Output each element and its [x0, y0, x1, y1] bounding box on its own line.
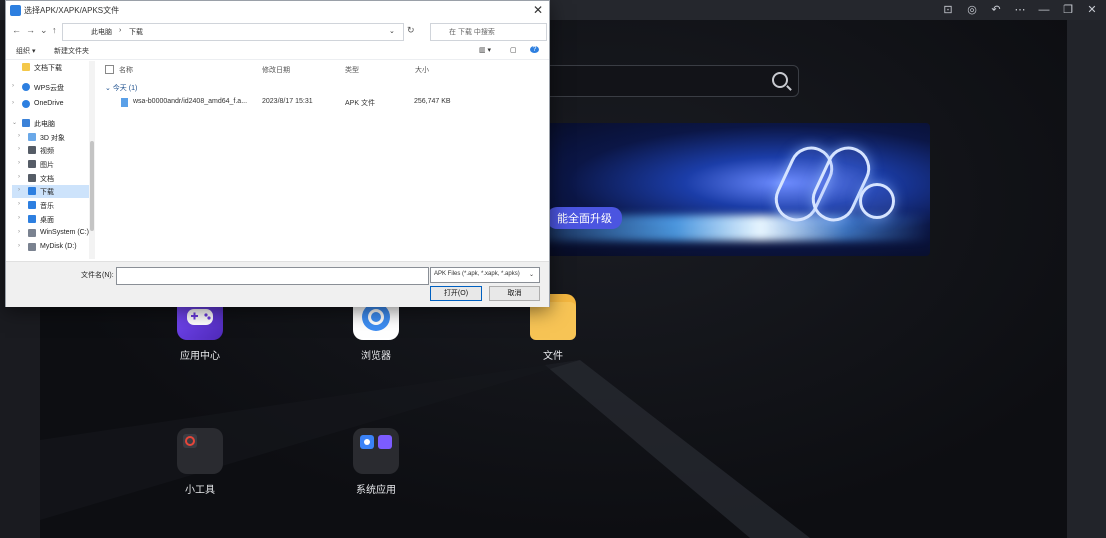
document-icon	[28, 174, 36, 182]
apk-file-icon	[121, 98, 128, 107]
new-folder-button[interactable]: 新建文件夹	[54, 46, 89, 56]
organize-button[interactable]: 组织 ▾	[16, 46, 35, 56]
file-open-dialog: 选择APK/XAPK/APKS文件 ✕ ← → ⌄ ↑ 此电脑 › 下载 ⌄ ↻…	[5, 0, 550, 307]
right-toolbar	[1067, 20, 1106, 538]
banner-pill-shape	[859, 183, 895, 219]
filename-label: 文件名(N):	[81, 272, 114, 279]
recent-locations-icon[interactable]: ⌄	[40, 25, 48, 36]
app-label: 系统应用	[356, 485, 396, 496]
banner-badge[interactable]: 能全面升级	[547, 207, 622, 229]
select-all-checkbox[interactable]	[105, 65, 114, 74]
file-list: 名称 修改日期 类型 大小 ⌄ 今天 (1) wsa-b0000andr/id2…	[97, 59, 549, 261]
navigation-pane: 文档下载 › WPS云盘 › OneDrive ⌄ 此电脑 › 3D 对象 › 视频 › 图…	[6, 59, 91, 261]
music-icon	[28, 201, 36, 209]
promo-banner[interactable]: 能全面升级	[507, 123, 930, 256]
file-type: APK 文件	[345, 100, 375, 107]
column-type[interactable]: 类型	[345, 65, 359, 75]
record-icon[interactable]: ◎	[966, 3, 978, 17]
column-size[interactable]: 大小	[415, 65, 429, 75]
refresh-icon[interactable]: ↻	[407, 25, 415, 36]
dialog-toolbar: 组织 ▾ 新建文件夹 ▥ ▾ ▢ ?	[6, 43, 549, 60]
cloud-icon	[22, 83, 30, 91]
preview-pane-icon[interactable]: ▢	[510, 46, 517, 54]
cube-icon	[28, 133, 36, 141]
search-icon[interactable]	[772, 72, 788, 88]
drive-icon	[28, 243, 36, 251]
file-name: wsa-b0000andr/id2408_amd64_f.a...	[133, 98, 248, 105]
forward-icon[interactable]: →	[26, 25, 35, 35]
nav-item-downloads[interactable]: › 下载	[12, 185, 91, 198]
nav-item-documents[interactable]: › 文档	[12, 172, 91, 185]
dialog-titlebar: 选择APK/XAPK/APKS文件 ✕	[6, 1, 549, 21]
app-label: 小工具	[185, 485, 215, 496]
breadcrumb-this-pc[interactable]: 此电脑	[91, 27, 112, 37]
close-icon[interactable]: ✕	[1086, 3, 1098, 17]
file-type-select[interactable]: APK Files (*.apk, *.xapk, *.apks) ⌄	[430, 267, 540, 283]
nav-item-desktop[interactable]: › 桌面	[12, 213, 91, 226]
minimize-icon[interactable]: —	[1038, 3, 1050, 17]
address-dropdown-icon[interactable]: ⌄	[389, 27, 395, 35]
drive-icon	[28, 229, 36, 237]
nav-item-documents-download[interactable]: 文档下载	[6, 61, 88, 74]
nav-item-3d-objects[interactable]: › 3D 对象	[12, 131, 91, 144]
help-icon[interactable]: ?	[530, 46, 539, 53]
dialog-title: 选择APK/XAPK/APKS文件	[24, 6, 120, 15]
address-row: ← → ⌄ ↑ 此电脑 › 下载 ⌄ ↻ 在 下载 中搜索	[6, 21, 549, 41]
chevron-down-icon: ⌄	[529, 272, 535, 278]
nav-item-drive-d[interactable]: › MyDisk (D:)	[12, 241, 91, 254]
file-row[interactable]: wsa-b0000andr/id2408_amd64_f.a... 2023/8…	[117, 97, 537, 109]
breadcrumb-downloads[interactable]: 下载	[129, 27, 143, 37]
undo-icon[interactable]: ↶	[990, 3, 1002, 17]
breadcrumb-separator: ›	[119, 27, 122, 34]
download-icon	[28, 187, 36, 195]
open-button[interactable]: 打开(O)	[430, 286, 482, 301]
column-name[interactable]: 名称	[119, 65, 133, 75]
file-size: 256,747 KB	[414, 98, 451, 105]
tools-icon[interactable]	[177, 428, 223, 474]
folder-icon	[22, 63, 30, 71]
back-icon[interactable]: ←	[12, 25, 21, 35]
nav-item-music[interactable]: › 音乐	[12, 199, 91, 212]
nav-item-wps-cloud[interactable]: › WPS云盘	[6, 81, 88, 94]
view-options-icon[interactable]: ▥ ▾	[479, 46, 491, 54]
file-type-value: APK Files (*.apk, *.xapk, *.apks)	[434, 271, 520, 277]
app-label: 文件	[543, 351, 563, 362]
file-date: 2023/8/17 15:31	[262, 98, 313, 105]
dialog-close-icon[interactable]: ✕	[533, 3, 543, 17]
dialog-footer: 文件名(N): APK Files (*.apk, *.xapk, *.apks…	[6, 261, 549, 307]
nav-item-drive-c[interactable]: › WinSystem (C:)	[12, 227, 91, 240]
nav-item-this-pc[interactable]: ⌄ 此电脑	[6, 117, 88, 130]
app-logo-icon	[10, 5, 21, 16]
nav-item-videos[interactable]: › 视频	[12, 144, 91, 157]
screenshot-icon[interactable]: ⊡	[942, 3, 954, 17]
group-header-today[interactable]: ⌄ 今天 (1)	[105, 83, 137, 93]
dialog-search-placeholder: 在 下载 中搜索	[449, 29, 495, 36]
column-date[interactable]: 修改日期	[262, 65, 290, 75]
computer-icon	[22, 119, 30, 127]
dialog-search-input[interactable]: 在 下载 中搜索	[430, 23, 547, 41]
address-bar[interactable]: 此电脑 › 下载 ⌄	[62, 23, 404, 41]
desktop-icon	[28, 215, 36, 223]
filename-input[interactable]	[116, 267, 429, 285]
search-bar[interactable]	[507, 65, 799, 97]
up-icon[interactable]: ↑	[52, 25, 57, 35]
cancel-button[interactable]: 取消	[489, 286, 540, 301]
nav-item-onedrive[interactable]: › OneDrive	[6, 98, 88, 111]
app-label: 应用中心	[180, 351, 220, 362]
more-icon[interactable]: ⋯	[1014, 3, 1026, 17]
title-controls: ⊡ ◎ ↶ ⋯ — ❐ ✕	[942, 3, 1098, 17]
nav-item-pictures[interactable]: › 图片	[12, 158, 91, 171]
onedrive-icon	[22, 100, 30, 108]
restore-icon[interactable]: ❐	[1062, 3, 1074, 17]
picture-icon	[28, 160, 36, 168]
system-apps-icon[interactable]	[353, 428, 399, 474]
video-icon	[28, 146, 36, 154]
nav-scrollbar-thumb[interactable]	[90, 141, 94, 231]
app-label: 浏览器	[361, 351, 391, 362]
